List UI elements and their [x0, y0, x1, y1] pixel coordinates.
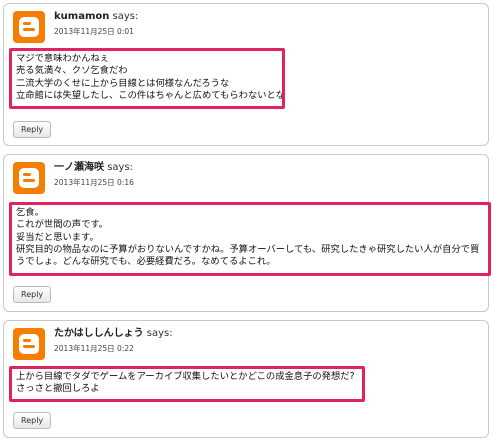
reply-button[interactable]: Reply — [13, 286, 52, 303]
comment-header: kumamon says: — [54, 10, 138, 23]
comment-line: さっさと撤回しろよ — [16, 383, 100, 395]
comment-timestamp[interactable]: 2013年11月25日 0:16 — [54, 178, 134, 188]
comment-author[interactable]: 一ノ瀬海咲 — [54, 162, 104, 173]
says-label: says: — [112, 11, 139, 22]
comment-line: 上から目線でタダでゲームをアーカイブ収集したいとかどこの成金息子の発想だ? — [16, 371, 355, 382]
comment: 一ノ瀬海咲 says: 2013年11月25日 0:16 乞食。 これが世間の声… — [3, 154, 491, 312]
comment-body: マジで意味わかんねぇ 売る気満々、クソ乞食だわ 二流大学のくせに上から目線とは何… — [9, 48, 285, 109]
says-label: says: — [107, 162, 134, 173]
comment-line: これが世間の声です。 — [16, 219, 109, 231]
reply-button[interactable]: Reply — [13, 412, 52, 429]
says-label: says: — [146, 328, 173, 339]
comment-timestamp[interactable]: 2013年11月25日 0:22 — [54, 344, 134, 354]
blogger-logo-icon — [13, 162, 45, 194]
comment-line: うでしょ。どんな研究でも、必要経費だろ。なめてるよこれ。 — [16, 256, 276, 268]
comment-line: 立命館には失望したし、この件はちゃんと広めてもらわないとな — [16, 89, 285, 101]
comment-line: 乞食。 — [16, 207, 44, 218]
comment-line: 売る気満々、クソ乞食だわ — [16, 65, 128, 77]
comment-header: 一ノ瀬海咲 says: — [54, 161, 133, 174]
blogger-logo-icon — [13, 11, 45, 43]
comment-line: 研究目的の物品なのに予算がおりないんですかね。予算オーバーしても、研究したきゃ研… — [16, 243, 480, 255]
comment-header: たかはししんしょう says: — [54, 327, 173, 340]
reply-button[interactable]: Reply — [13, 121, 52, 138]
comment-timestamp[interactable]: 2013年11月25日 0:01 — [54, 27, 134, 37]
comment-line: 妥当だと思います。 — [16, 231, 99, 243]
comment: kumamon says: 2013年11月25日 0:01 マジで意味わかんね… — [3, 3, 489, 146]
comment-author[interactable]: kumamon — [54, 11, 109, 22]
comment-author[interactable]: たかはししんしょう — [54, 328, 144, 339]
comment-body: 乞食。 これが世間の声です。 妥当だと思います。 研究目的の物品なのに予算がおり… — [9, 202, 491, 276]
comment-line: マジで意味わかんねぇ — [16, 53, 109, 64]
blogger-logo-icon — [13, 328, 45, 360]
comment: たかはししんしょう says: 2013年11月25日 0:22 上から目線でタ… — [3, 320, 489, 438]
comment-body: 上から目線でタダでゲームをアーカイブ収集したいとかどこの成金息子の発想だ? さっ… — [9, 366, 365, 402]
comment-line: 二流大学のくせに上から目線とは何様なんだろうな — [16, 77, 230, 89]
